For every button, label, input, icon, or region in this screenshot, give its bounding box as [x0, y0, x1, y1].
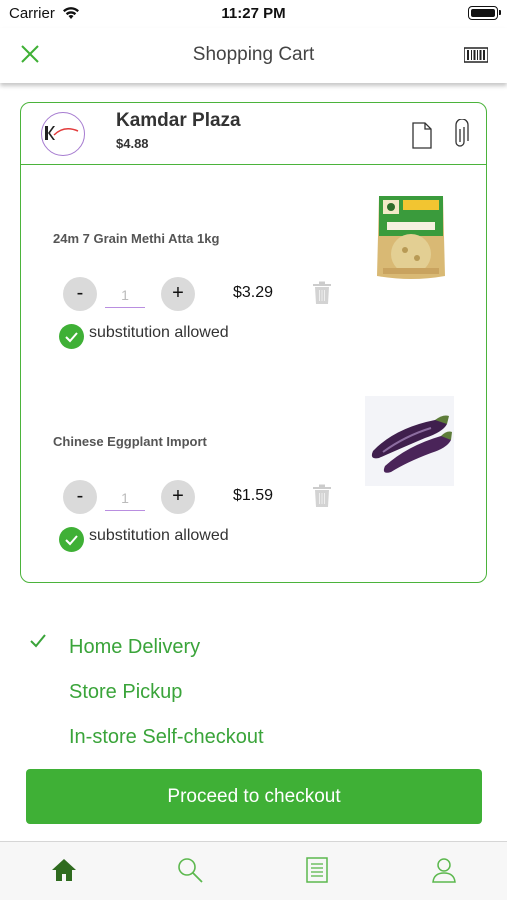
substitution-checkbox[interactable]: [59, 527, 84, 552]
store-logo-mark: [45, 126, 79, 140]
proceed-to-checkout-button[interactable]: Proceed to checkout: [26, 769, 482, 824]
product-image-eggplant[interactable]: [365, 396, 454, 486]
nav-bar: Shopping Cart: [0, 28, 507, 83]
cart-item: 24m 7 Grain Methi Atta 1kg - + $3.29 sub…: [21, 165, 486, 365]
orders-icon[interactable]: [303, 856, 331, 884]
barcode-icon[interactable]: [464, 46, 488, 64]
tab-bar: [0, 841, 507, 900]
item-name: Chinese Eggplant Import: [53, 434, 207, 449]
decrement-button[interactable]: -: [63, 277, 97, 311]
increment-button[interactable]: +: [161, 480, 195, 514]
store-logo: [41, 112, 85, 156]
battery-icon: [468, 6, 501, 20]
document-icon[interactable]: [412, 122, 432, 149]
decrement-button[interactable]: -: [63, 480, 97, 514]
page-title: Shopping Cart: [192, 44, 315, 65]
substitution-label: substitution allowed: [89, 324, 229, 341]
selected-check-icon: [30, 634, 46, 648]
substitution-label: substitution allowed: [89, 527, 229, 544]
store-name: Kamdar Plaza: [116, 110, 241, 131]
cart-item: Chinese Eggplant Import - + $1.59 substi…: [21, 368, 486, 568]
search-icon[interactable]: [176, 856, 204, 884]
delivery-option-home[interactable]: Home Delivery: [69, 636, 200, 659]
store-header[interactable]: Kamdar Plaza $4.88: [21, 103, 486, 165]
delivery-option-self-checkout[interactable]: In-store Self-checkout: [69, 726, 264, 749]
home-icon[interactable]: [50, 856, 78, 884]
trash-icon[interactable]: [312, 281, 332, 305]
paperclip-icon[interactable]: [451, 119, 469, 150]
profile-icon[interactable]: [430, 856, 458, 884]
item-price: $3.29: [233, 284, 274, 301]
quantity-input[interactable]: [105, 485, 145, 511]
trash-icon[interactable]: [312, 484, 332, 508]
product-image-atta[interactable]: [373, 192, 449, 282]
quantity-input[interactable]: [105, 282, 145, 308]
store-total: $4.88: [116, 136, 149, 151]
status-bar: Carrier 11:27 PM: [0, 0, 507, 28]
substitution-checkbox[interactable]: [59, 324, 84, 349]
checkmark-icon: [65, 332, 78, 343]
clock: 11:27 PM: [221, 5, 286, 22]
checkmark-icon: [65, 535, 78, 546]
increment-button[interactable]: +: [161, 277, 195, 311]
item-price: $1.59: [233, 487, 274, 504]
store-cart-card: Kamdar Plaza $4.88 24m 7 Grain Methi Att…: [20, 102, 487, 583]
delivery-option-pickup[interactable]: Store Pickup: [69, 681, 182, 704]
item-name: 24m 7 Grain Methi Atta 1kg: [53, 231, 220, 246]
